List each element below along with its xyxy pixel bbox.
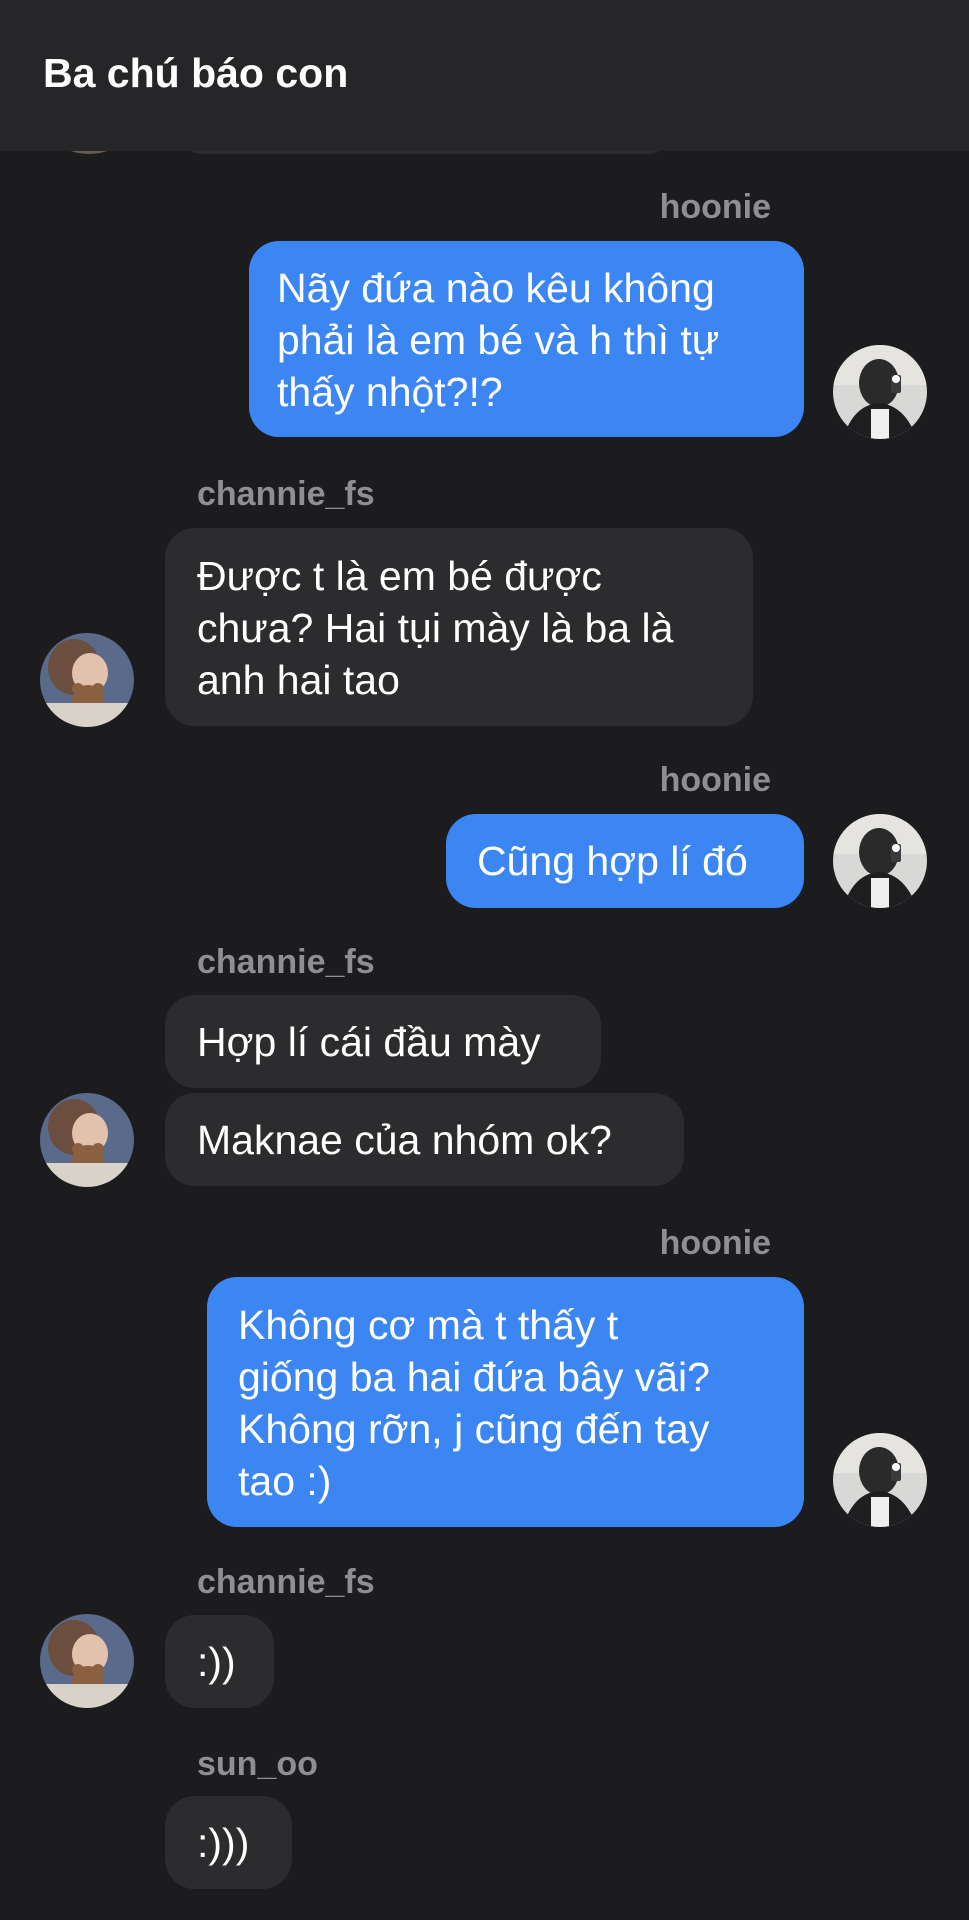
message-text: :))) [197, 1820, 250, 1866]
sender-name: channie_fs [197, 1563, 375, 1601]
message-bubble[interactable]: Được t là em bé được chưa? Hai tụi mày l… [165, 528, 753, 726]
sender-name: sun_oo [197, 1745, 318, 1783]
avatar[interactable] [833, 1433, 927, 1527]
avatar[interactable] [833, 345, 927, 439]
message-text: Nãy đứa nào kêu không phải là em bé và h… [277, 265, 720, 415]
message-bubble[interactable]: :))) [165, 1796, 292, 1889]
message-text: Cũng hợp lí đó [477, 838, 748, 884]
message-text: Maknae của nhóm ok? [197, 1117, 612, 1163]
message-bubble[interactable]: :)) [165, 1615, 274, 1708]
message-text: Được t là em bé được chưa? Hai tụi mày l… [197, 553, 674, 703]
sender-name: hoonie [659, 1224, 771, 1262]
sender-name: channie_fs [197, 475, 375, 513]
sender-name: channie_fs [197, 943, 375, 981]
message-bubble[interactable]: Hợp lí cái đầu mày [165, 995, 601, 1088]
message-text: Hợp lí cái đầu mày [197, 1019, 541, 1065]
chat-title[interactable]: Ba chú báo con [43, 50, 348, 97]
message-bubble[interactable]: Nãy đứa nào kêu không phải là em bé và h… [249, 241, 804, 437]
message-bubble[interactable]: Không cơ mà t thấy t giống ba hai đứa bâ… [207, 1277, 804, 1527]
avatar[interactable] [833, 814, 927, 908]
sender-name: hoonie [659, 188, 771, 226]
message-bubble[interactable]: Maknae của nhóm ok? [165, 1093, 684, 1186]
avatar[interactable] [40, 1614, 134, 1708]
chat-header: Ba chú báo con [0, 0, 969, 151]
message-bubble[interactable]: Cũng hợp lí đó [446, 814, 804, 908]
avatar[interactable] [40, 1093, 134, 1187]
message-text: Không cơ mà t thấy t giống ba hai đứa bâ… [238, 1302, 710, 1504]
avatar[interactable] [40, 633, 134, 727]
sender-name: hoonie [659, 761, 771, 799]
message-text: :)) [197, 1639, 236, 1685]
